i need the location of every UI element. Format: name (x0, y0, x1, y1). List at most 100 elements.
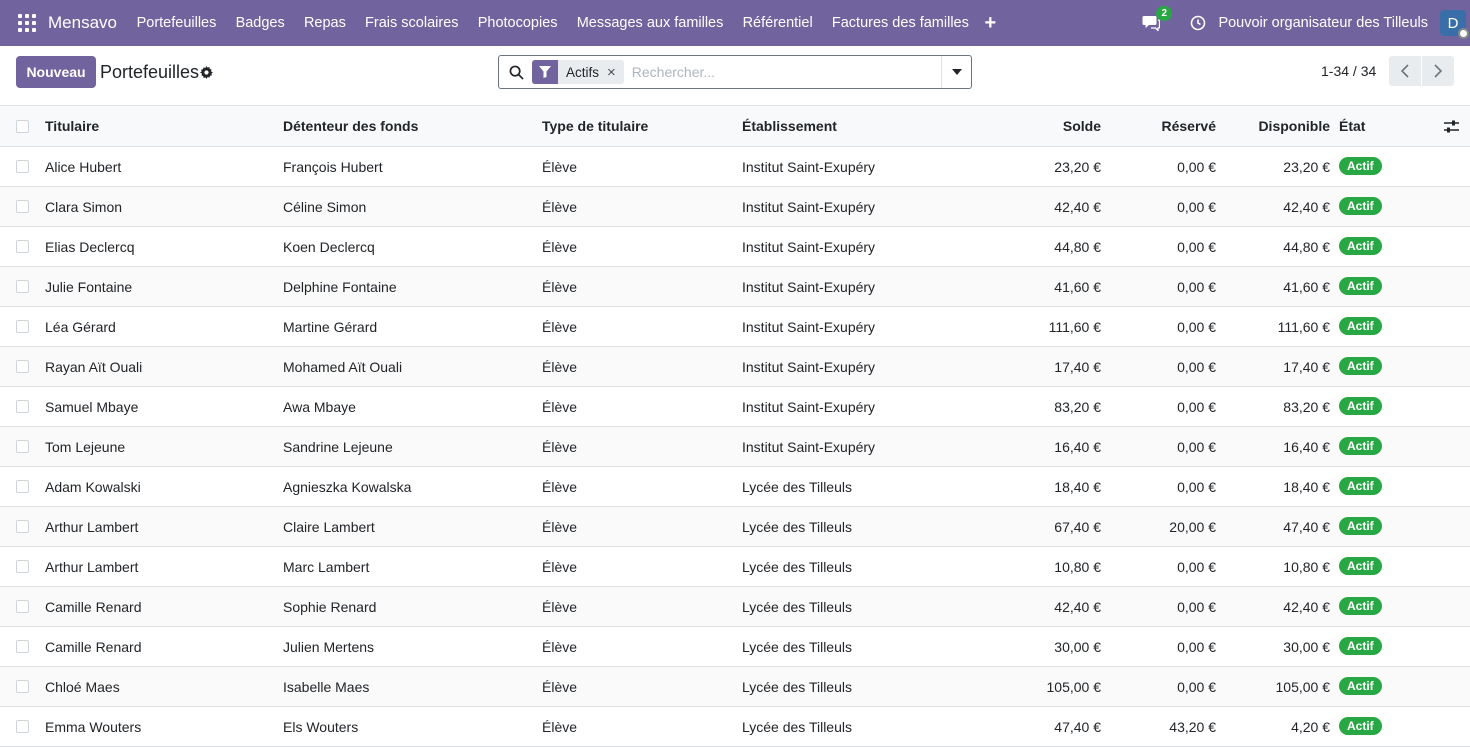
cell-detenteur: François Hubert (283, 158, 383, 175)
cell-solde: 18,40 € (1054, 478, 1101, 495)
row-checkbox[interactable] (16, 547, 30, 586)
cell-titulaire: Camille Renard (45, 598, 142, 615)
app-brand[interactable]: Mensavo (48, 13, 117, 33)
messages-button[interactable]: 2 (1142, 6, 1172, 33)
row-checkbox[interactable] (16, 307, 30, 346)
status-badge: Actif (1339, 316, 1382, 335)
cell-disponible: 41,60 € (1283, 278, 1330, 295)
cell-titulaire: Arthur Lambert (45, 558, 139, 575)
column-header-etablissement[interactable]: Établissement (742, 106, 837, 146)
add-menu-button[interactable]: + (984, 12, 996, 35)
top-navbar: Mensavo Portefeuilles Badges Repas Frais sc… (0, 0, 1470, 46)
search-options-toggle[interactable] (941, 56, 971, 88)
table-row[interactable]: Julie Fontaine Delphine Fontaine Élève Inst… (0, 267, 1470, 307)
column-header-reserve[interactable]: Réservé (1162, 106, 1217, 146)
pager-next-button[interactable] (1422, 56, 1454, 86)
cell-detenteur: Awa Mbaye (283, 398, 356, 415)
caret-down-icon (951, 69, 962, 75)
search-icon[interactable] (509, 65, 524, 80)
cell-etablissement: Institut Saint-Exupéry (742, 278, 876, 295)
cell-etablissement: Lycée des Tilleuls (742, 518, 852, 535)
table-row[interactable]: Camille Renard Julien Mertens Élève Lycée d… (0, 627, 1470, 667)
menu-item-3[interactable]: Repas (294, 15, 355, 31)
table-row[interactable]: Clara Simon Céline Simon Élève Institut Sai… (0, 187, 1470, 227)
cell-etablissement: Institut Saint-Exupéry (742, 318, 876, 335)
row-checkbox[interactable] (16, 227, 30, 266)
table-row[interactable]: Rayan Aït Ouali Mohamed Aït Ouali Élève Ins… (0, 347, 1470, 387)
cell-titulaire: Léa Gérard (45, 318, 116, 335)
table-row[interactable]: Samuel Mbaye Awa Mbaye Élève Institut Saint… (0, 387, 1470, 427)
select-all-checkbox[interactable] (16, 106, 30, 146)
table-row[interactable]: Léa Gérard Martine Gérard Élève Institut Sa… (0, 307, 1470, 347)
table-row[interactable]: Adam Kowalski Agnieszka Kowalska Élève Lycé… (0, 467, 1470, 507)
column-header-detenteur[interactable]: Détenteur des fonds (283, 106, 418, 146)
cell-titulaire: Adam Kowalski (45, 478, 141, 495)
menu-item-2[interactable]: Badges (226, 15, 294, 31)
activity-clock-icon[interactable] (1190, 15, 1206, 31)
pager-value[interactable]: 1-34 / 34 (1321, 63, 1376, 79)
cell-solde: 83,20 € (1054, 398, 1101, 415)
column-header-type[interactable]: Type de titulaire (542, 106, 648, 146)
menu-item-1[interactable]: Portefeuilles (127, 15, 226, 31)
cell-etat: Actif (1339, 427, 1382, 466)
menu-item-5[interactable]: Photocopies (468, 15, 567, 31)
cell-solde: 41,60 € (1054, 278, 1101, 295)
menu-item-8[interactable]: Factures des familles (822, 15, 978, 31)
cell-detenteur: Mohamed Aït Ouali (283, 358, 403, 375)
apps-menu-icon[interactable] (18, 14, 36, 32)
table-row[interactable]: Arthur Lambert Claire Lambert Élève Lycée d… (0, 507, 1470, 547)
row-checkbox[interactable] (16, 467, 30, 506)
menu-item-6[interactable]: Messages aux familles (567, 15, 733, 31)
column-header-titulaire[interactable]: Titulaire (45, 106, 99, 146)
cell-reserve: 43,20 € (1169, 718, 1216, 735)
cell-reserve: 0,00 € (1177, 198, 1216, 215)
column-header-solde[interactable]: Solde (1063, 106, 1101, 146)
table-row[interactable]: Camille Renard Sophie Renard Élève Lycée de… (0, 587, 1470, 627)
row-checkbox[interactable] (16, 347, 30, 386)
status-badge: Actif (1339, 156, 1382, 175)
row-checkbox[interactable] (16, 667, 30, 706)
facet-remove-icon[interactable]: × (607, 64, 624, 81)
cell-titulaire: Julie Fontaine (45, 278, 133, 295)
pager-previous-button[interactable] (1389, 56, 1421, 86)
menu-item-7[interactable]: Référentiel (733, 15, 822, 31)
row-checkbox[interactable] (16, 587, 30, 626)
table-row[interactable]: Arthur Lambert Marc Lambert Élève Lycée des… (0, 547, 1470, 587)
page-title[interactable]: Portefeuilles (100, 62, 199, 83)
menu-item-4[interactable]: Frais scolaires (355, 15, 468, 31)
chevron-left-icon (1401, 64, 1409, 78)
cell-disponible: 17,40 € (1283, 358, 1330, 375)
row-checkbox[interactable] (16, 627, 30, 666)
search-bar: Actifs × (498, 55, 972, 89)
cell-disponible: 30,00 € (1283, 638, 1330, 655)
row-checkbox[interactable] (16, 147, 30, 186)
row-checkbox[interactable] (16, 387, 30, 426)
column-header-etat[interactable]: État (1339, 106, 1365, 146)
search-facet[interactable]: Actifs × (532, 60, 624, 84)
gear-icon[interactable] (200, 66, 213, 82)
table-row[interactable]: Elias Declercq Koen Declercq Élève Institut… (0, 227, 1470, 267)
table-row[interactable]: Emma Wouters Els Wouters Élève Lycée des Ti… (0, 707, 1470, 747)
search-input[interactable] (631, 60, 922, 84)
cell-titulaire: Clara Simon (45, 198, 123, 215)
table-row[interactable]: Chloé Maes Isabelle Maes Élève Lycée des Ti… (0, 667, 1470, 707)
row-checkbox[interactable] (16, 267, 30, 306)
cell-etablissement: Institut Saint-Exupéry (742, 438, 876, 455)
optional-columns-icon[interactable] (1444, 106, 1459, 146)
row-checkbox[interactable] (16, 187, 30, 226)
row-checkbox[interactable] (16, 707, 30, 746)
cell-disponible: 16,40 € (1283, 438, 1330, 455)
status-badge: Actif (1339, 476, 1382, 495)
company-switcher[interactable]: Pouvoir organisateur des Tilleuls (1218, 15, 1428, 31)
user-avatar[interactable]: D (1440, 10, 1469, 39)
cell-type: Élève (542, 358, 578, 375)
facet-label: Actifs (566, 64, 600, 80)
row-checkbox[interactable] (16, 427, 30, 466)
row-checkbox[interactable] (16, 507, 30, 546)
table-row[interactable]: Alice Hubert François Hubert Élève Institut… (0, 147, 1470, 187)
status-badge: Actif (1339, 716, 1382, 735)
table-row[interactable]: Tom Lejeune Sandrine Lejeune Élève Institut… (0, 427, 1470, 467)
table-body: Alice Hubert François Hubert Élève Institut… (0, 147, 1470, 747)
new-button[interactable]: Nouveau (16, 56, 96, 88)
column-header-disponible[interactable]: Disponible (1258, 106, 1330, 146)
